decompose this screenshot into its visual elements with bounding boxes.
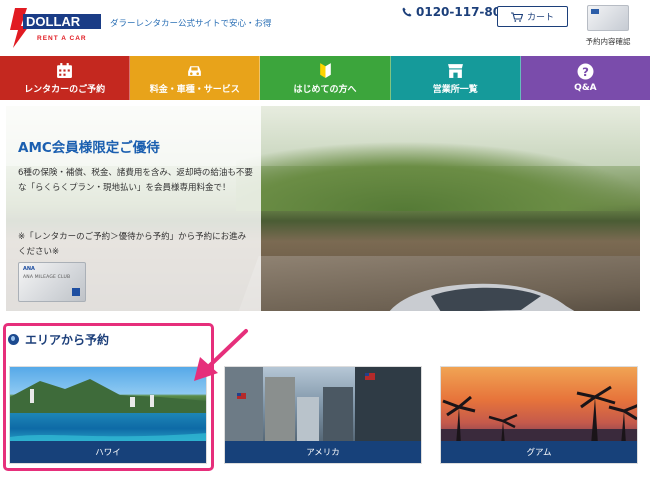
- promo-banner[interactable]: AMC会員様限定ご優待 6種の保険・補償、税金、諸費用を含み、返却時の給油も不要…: [6, 106, 640, 311]
- reservation-check-label: 予約内容確認: [585, 37, 631, 46]
- area-tile-label: アメリカ: [225, 441, 421, 463]
- global-nav: レンタカーのご予約 料金・車種・サービス はじめての方へ 営業所一覧 ? Q&A: [0, 56, 650, 100]
- member-card-icon: [587, 5, 629, 31]
- highlight-box: [3, 323, 214, 471]
- ana-card-brand: ANA: [23, 266, 35, 272]
- nav-item-offices[interactable]: 営業所一覧: [390, 56, 521, 100]
- car-image: [389, 283, 575, 311]
- area-tile-usa[interactable]: アメリカ: [224, 366, 422, 464]
- nav-label-qa: Q&A: [574, 83, 597, 93]
- phone-number-text: 0120-117-801: [416, 5, 510, 19]
- cart-label: カート: [526, 13, 554, 23]
- nav-item-qa[interactable]: ? Q&A: [520, 56, 650, 100]
- nav-label-reservation: レンタカーのご予約: [24, 84, 106, 95]
- pointer-arrow-icon: [194, 329, 248, 381]
- reservation-check-link[interactable]: 予約内容確認: [585, 5, 631, 47]
- banner-body: 6種の保険・補償、税金、諸費用を含み、返却時の給油も不要な「らくらくプラン・現地…: [18, 168, 253, 193]
- ana-card-name: ANA MILEAGE CLUB: [23, 275, 71, 280]
- car-icon: [188, 65, 202, 76]
- ana-card-image: ANA ANA MILEAGE CLUB: [18, 262, 86, 302]
- phone-number[interactable]: 0120-117-801: [402, 5, 509, 19]
- nav-label-pricing: 料金・車種・サービス: [149, 84, 240, 95]
- card-chip-icon: [72, 288, 80, 296]
- banner-title: AMC会員様限定ご優待: [18, 140, 160, 156]
- banner-hills: [236, 141, 640, 211]
- nav-item-reservation[interactable]: レンタカーのご予約: [0, 56, 131, 100]
- nav-item-beginner[interactable]: はじめての方へ: [260, 56, 391, 100]
- site-header: DOLLAR RENT A CAR ダラーレンタカー公式サイトで安心・お得 01…: [0, 0, 650, 56]
- nav-label-beginner: はじめての方へ: [293, 84, 357, 95]
- logo-subtext: RENT A CAR: [37, 35, 87, 42]
- banner-text-panel: AMC会員様限定ご優待 6種の保険・補償、税金、諸費用を含み、返却時の給油も不要…: [6, 106, 261, 311]
- nav-item-pricing[interactable]: 料金・車種・サービス: [130, 56, 261, 100]
- svg-text:?: ?: [582, 65, 589, 79]
- banner-note: ※「レンタカーのご予約＞優待から予約」から予約にお進みください※: [18, 232, 247, 257]
- header-tagline: ダラーレンタカー公式サイトで安心・お得: [110, 19, 272, 29]
- cart-button[interactable]: カート: [497, 6, 568, 27]
- question-icon: ?: [577, 63, 594, 80]
- nav-label-offices: 営業所一覧: [432, 84, 478, 95]
- dollar-logo[interactable]: DOLLAR RENT A CAR: [5, 6, 101, 50]
- beginner-mark-icon: [319, 62, 331, 78]
- area-tile-label: グアム: [441, 441, 637, 463]
- calendar-icon: [57, 62, 73, 78]
- phone-icon: [402, 7, 412, 17]
- shop-icon: [447, 63, 463, 78]
- logo-text: DOLLAR: [26, 14, 81, 29]
- cart-icon: [510, 11, 523, 22]
- area-tile-guam[interactable]: グアム: [440, 366, 638, 464]
